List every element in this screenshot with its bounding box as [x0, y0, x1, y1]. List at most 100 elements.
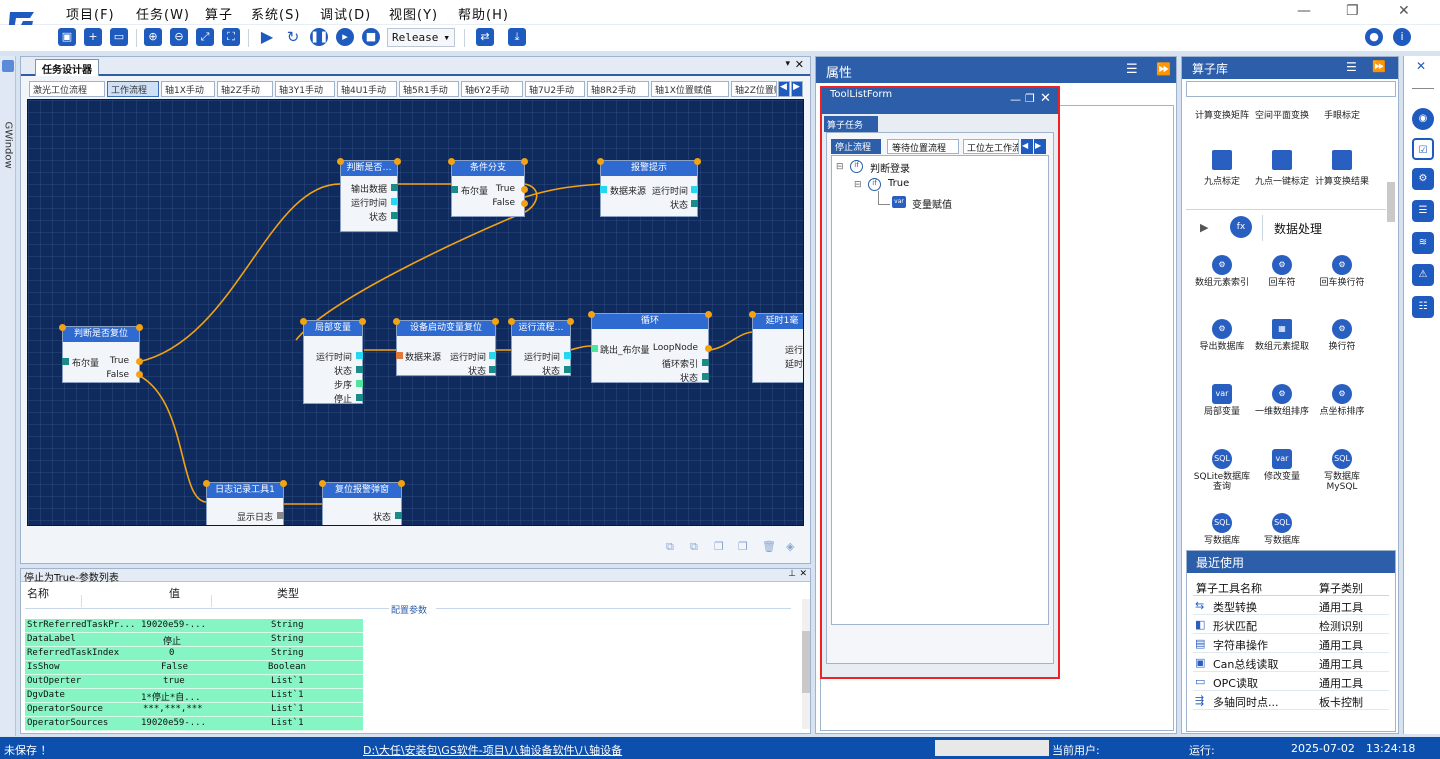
list-item[interactable]: ⇆ 类型转换 通用工具 [1193, 596, 1389, 615]
tab-axis2-pos[interactable]: 轴2Z位置赋值 [731, 81, 777, 97]
open-folder-icon[interactable]: ▭ [110, 28, 128, 46]
fullscreen-icon[interactable]: ⛶ [222, 28, 240, 46]
scroll-right-icon[interactable]: ▶ [1034, 139, 1046, 154]
operator-item[interactable]: var 局部变量 [1192, 384, 1252, 417]
flow-port[interactable] [567, 318, 574, 325]
operator-item[interactable]: SQL SQLite数据库查询 [1192, 449, 1252, 492]
output-port[interactable] [136, 371, 143, 378]
scrollbar[interactable] [802, 599, 810, 729]
input-port[interactable] [600, 186, 607, 193]
user-icon[interactable]: ● [1365, 28, 1383, 46]
scrollbar[interactable] [1387, 182, 1395, 222]
output-port[interactable] [136, 358, 143, 365]
flow-node[interactable]: 日志记录工具1 显示日志 [203, 480, 287, 525]
operator-item[interactable]: 手眼标定 [1312, 111, 1372, 121]
tab-axis5[interactable]: 轴5R1手动 [399, 81, 459, 97]
step-icon[interactable]: ▸ [336, 28, 354, 46]
tree-node[interactable]: 变量赋值 [912, 196, 952, 211]
project-path-link[interactable]: D:\大任\安装包\GS软件-项目\八轴设备软件\八轴设备 [363, 742, 622, 758]
output-port[interactable] [391, 198, 398, 205]
config-select[interactable]: Release ▾ [387, 28, 455, 47]
output-port[interactable] [356, 394, 363, 401]
collapse-icon[interactable]: ⊟ [854, 180, 862, 190]
flow-port[interactable] [588, 311, 595, 318]
close-icon[interactable]: ✕ [795, 58, 804, 71]
list-item[interactable]: ⇶ 多轴同时点... 板卡控制 [1193, 691, 1389, 710]
table-row[interactable]: OperatorSources 19020e59-... List`1 [25, 717, 363, 731]
flow-port[interactable] [492, 318, 499, 325]
menu-task[interactable]: 任务(W) [136, 4, 190, 23]
table-row[interactable]: DgvDate 1*停止*自... List`1 [25, 689, 363, 703]
output-port[interactable] [277, 512, 284, 519]
tab-axis6[interactable]: 轴6Y2手动 [461, 81, 523, 97]
output-port[interactable] [691, 200, 698, 207]
loop-run-icon[interactable]: ↻ [284, 28, 302, 46]
operator-item[interactable]: 计算变换结果 [1312, 177, 1372, 187]
tab-station-left-flow[interactable]: 工位左工作流 [963, 139, 1019, 154]
menu-view[interactable]: 视图(Y) [389, 4, 438, 23]
tab-axis1-pos[interactable]: 轴1X位置赋值 [651, 81, 729, 97]
scroll-right-icon[interactable]: ▶ [791, 81, 803, 97]
layers-icon[interactable]: ≋ [1412, 232, 1434, 254]
output-port[interactable] [356, 366, 363, 373]
output-port[interactable] [564, 366, 571, 373]
minimize-icon[interactable]: — [1297, 3, 1311, 19]
output-port[interactable] [564, 352, 571, 359]
operator-item[interactable]: ⚙ 数组元素索引 [1192, 255, 1252, 288]
close-icon[interactable]: ✕ [799, 569, 807, 579]
menu-help[interactable]: 帮助(H) [458, 4, 509, 23]
close-icon[interactable]: ✕ [1416, 59, 1426, 73]
tab-stop-flow[interactable]: 停止流程 [831, 139, 881, 154]
tab-axis1[interactable]: 轴1X手动 [161, 81, 215, 97]
output-port[interactable] [395, 512, 402, 519]
output-port[interactable] [521, 186, 528, 193]
expand-icon[interactable]: ▶ [1200, 221, 1208, 234]
menu-icon[interactable]: ☰ [1126, 62, 1138, 77]
flow-port[interactable] [508, 318, 515, 325]
operator-item[interactable]: 空间平面变换 [1252, 111, 1312, 121]
output-port[interactable] [489, 366, 496, 373]
output-port[interactable] [489, 352, 496, 359]
restore-icon[interactable]: ❐ [1346, 3, 1359, 19]
output-port[interactable] [356, 352, 363, 359]
output-port[interactable] [702, 373, 709, 380]
download-icon[interactable]: ⤓ [508, 28, 526, 46]
list-item[interactable]: ◧ 形状匹配 检测识别 [1193, 615, 1389, 634]
paste-icon[interactable]: ❐ [738, 540, 748, 553]
settings-list-icon[interactable]: ⚙ [1412, 168, 1434, 190]
flow-node[interactable]: 判断是否复位 布尔量 True False [59, 324, 143, 383]
dropdown-icon[interactable]: ▾ [785, 59, 790, 69]
pause-icon[interactable]: ❚❚ [310, 28, 328, 46]
close-icon[interactable]: ✕ [1040, 91, 1051, 106]
new-icon[interactable]: + [84, 28, 102, 46]
flow-port[interactable] [597, 158, 604, 165]
minimize-icon[interactable]: — [1010, 93, 1021, 106]
warning-icon[interactable]: ⚠ [1412, 264, 1434, 286]
menu-project[interactable]: 项目(F) [66, 4, 115, 23]
table-row[interactable]: ReferredTaskIndex 0 String [25, 647, 363, 661]
tab-axis4[interactable]: 轴4U1手动 [337, 81, 397, 97]
operator-item[interactable]: SQL 写数据库 [1252, 513, 1312, 549]
flow-node[interactable]: 设备启动变量复位 数据来源 运行时间 状态 [393, 318, 499, 377]
zoom-out-icon[interactable]: ⊖ [170, 28, 188, 46]
collapse-icon[interactable]: ⏩ [1372, 60, 1386, 73]
output-port[interactable] [691, 186, 698, 193]
operator-item[interactable]: 计算变换矩阵 [1192, 111, 1252, 121]
table-row[interactable]: IsShow False Boolean [25, 661, 363, 675]
flow-port[interactable] [203, 480, 210, 487]
flow-node[interactable]: 延时1毫 运行 延时 [749, 311, 803, 383]
gwindow-strip[interactable]: GWindow [0, 56, 16, 736]
align-icon[interactable]: ⧉ [666, 540, 674, 554]
tab-axis7[interactable]: 轴7U2手动 [525, 81, 585, 97]
output-port[interactable] [702, 359, 709, 366]
scroll-left-icon[interactable]: ◀ [778, 81, 790, 97]
operator-item[interactable]: ⚙ 点坐标排序 [1312, 384, 1372, 417]
flow-node[interactable]: 局部变量 运行时间 状态 步序 停止 [300, 318, 366, 405]
log-icon[interactable]: ☷ [1412, 296, 1434, 318]
operator-item[interactable]: ⚙ 一维数组排序 [1252, 384, 1312, 417]
flow-port[interactable] [705, 311, 712, 318]
input-port[interactable] [591, 345, 598, 352]
zoom-in-icon[interactable]: ⊕ [144, 28, 162, 46]
table-row[interactable]: OutOperter true List`1 [25, 675, 363, 689]
list-icon[interactable]: ☰ [1412, 200, 1434, 222]
